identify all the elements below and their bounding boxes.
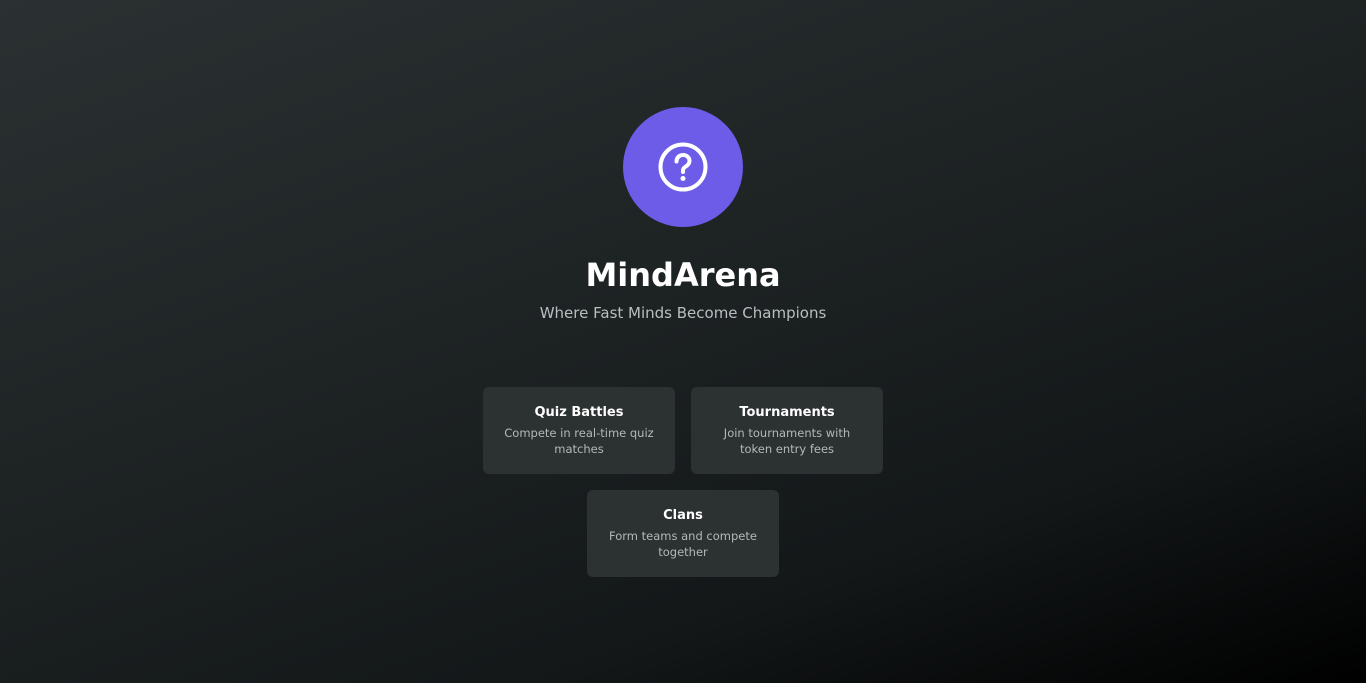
card-title: Tournaments	[739, 405, 835, 420]
app-tagline: Where Fast Minds Become Champions	[539, 304, 827, 322]
app-logo	[623, 107, 743, 227]
card-description: Form teams and compete together	[609, 529, 757, 559]
card-title: Clans	[663, 508, 703, 523]
app-title: MindArena	[585, 256, 781, 294]
card-description: Join tournaments with token entry fees	[723, 426, 851, 456]
tournaments-card[interactable]: Tournaments Join tournaments with token …	[691, 387, 883, 474]
clans-card[interactable]: Clans Form teams and compete together	[587, 490, 779, 577]
card-title: Quiz Battles	[534, 405, 624, 420]
question-circle-icon	[658, 142, 708, 192]
quiz-battles-card[interactable]: Quiz Battles Compete in real-time quiz m…	[483, 387, 675, 474]
card-description: Compete in real-time quiz matches	[504, 426, 654, 456]
